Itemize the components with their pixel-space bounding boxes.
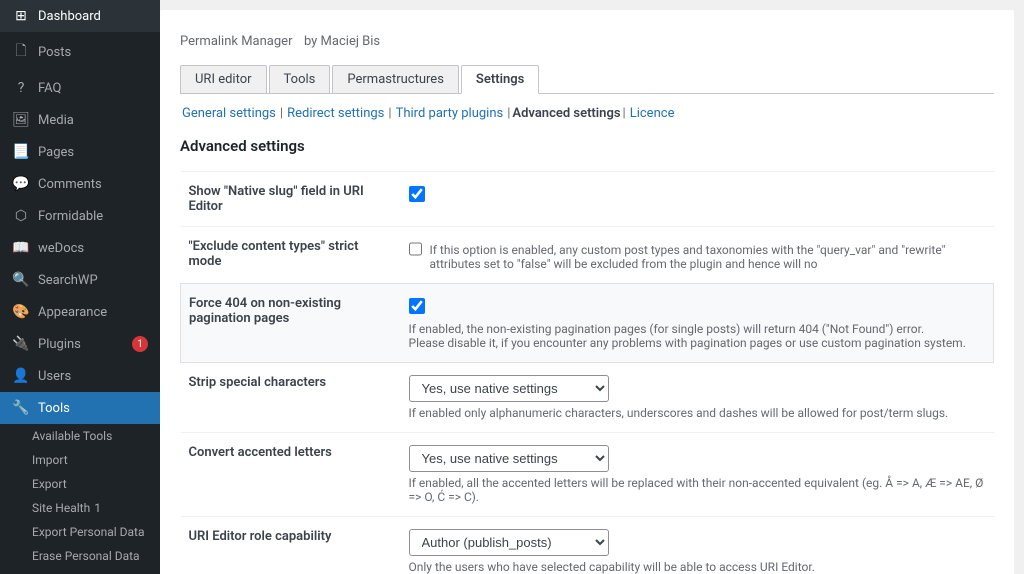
posts-icon: 🗋 (12, 40, 30, 64)
setting-control-strip-special: Yes, use native settings No Yes, custom … (401, 363, 994, 433)
page-subtitle: by Maciej Bis (304, 34, 380, 49)
sidebar-label-pages: Pages (38, 145, 74, 160)
setting-label-exclude-content: "Exclude content types" strict mode (181, 227, 401, 284)
sidebar-label-media: Media (38, 113, 74, 128)
sidebar-label-plugins: Plugins (38, 337, 81, 352)
convert-accented-desc: If enabled, all the accented letters wil… (409, 476, 986, 504)
exclude-content-desc: If this option is enabled, any custom po… (430, 243, 986, 271)
setting-control-exclude-content: If this option is enabled, any custom po… (401, 227, 994, 284)
users-icon: 👤 (12, 368, 30, 384)
plugins-icon: 🔌 (12, 336, 30, 352)
tools-icon: 🔧 (12, 400, 30, 416)
sidebar-sub-site-health[interactable]: Site Health 1 (0, 496, 160, 520)
searchwp-icon: 🔍 (12, 272, 30, 288)
plugins-badge: 1 (132, 336, 148, 352)
sidebar: ⊞ Dashboard 🗋 Posts ? FAQ 🖼 Media 📃 Page… (0, 0, 160, 574)
tab-settings[interactable]: Settings (461, 65, 539, 94)
sidebar-item-appearance[interactable]: 🎨 Appearance (0, 296, 160, 328)
sidebar-item-plugins[interactable]: 🔌 Plugins 1 (0, 328, 160, 360)
wedocs-icon: 📖 (12, 240, 30, 256)
subnav-general[interactable]: General settings (180, 106, 278, 121)
setting-row-convert-accented: Convert accented letters Yes, use native… (181, 433, 994, 517)
sidebar-sub-export-personal[interactable]: Export Personal Data (0, 520, 160, 544)
setting-label-strip-special: Strip special characters (181, 363, 401, 433)
sub-nav: General settings | Redirect settings | T… (180, 106, 994, 121)
subnav-licence[interactable]: Licence (628, 106, 677, 121)
sidebar-sub-import[interactable]: Import (0, 448, 160, 472)
sidebar-item-comments[interactable]: 💬 Comments (0, 168, 160, 200)
tab-bar: URI editor Tools Permastructures Setting… (180, 65, 994, 94)
uri-role-select[interactable]: Author (publish_posts) Editor Administra… (409, 529, 609, 556)
sidebar-label-appearance: Appearance (38, 305, 107, 320)
setting-control-native-slug (401, 172, 994, 227)
sidebar-sub-network-setup[interactable]: Network Setup (0, 568, 160, 574)
sidebar-item-users[interactable]: 👤 Users (0, 360, 160, 392)
uri-role-desc: Only the users who have selected capabil… (409, 560, 986, 574)
subnav-redirect[interactable]: Redirect settings (285, 106, 386, 121)
pages-icon: 📃 (12, 144, 30, 160)
sidebar-label-posts: Posts (38, 45, 71, 60)
sidebar-item-pages[interactable]: 📃 Pages (0, 136, 160, 168)
settings-table: Show "Native slug" field in URI Editor "… (180, 171, 994, 574)
formidable-icon: ⬡ (12, 208, 30, 224)
sidebar-item-wedocs[interactable]: 📖 weDocs (0, 232, 160, 264)
sidebar-label-dashboard: Dashboard (38, 9, 101, 24)
sidebar-item-posts[interactable]: 🗋 Posts (0, 32, 160, 72)
sidebar-sub-erase-personal[interactable]: Erase Personal Data (0, 544, 160, 568)
tab-tools[interactable]: Tools (269, 65, 331, 93)
convert-accented-select[interactable]: Yes, use native settings No (409, 445, 609, 472)
setting-row-exclude-content: "Exclude content types" strict mode If t… (181, 227, 994, 284)
media-icon: 🖼 (12, 112, 30, 128)
sidebar-item-faq[interactable]: ? FAQ (0, 72, 160, 104)
setting-label-native-slug: Show "Native slug" field in URI Editor (181, 172, 401, 227)
force-404-desc: If enabled, the non-existing pagination … (409, 322, 986, 350)
sidebar-item-media[interactable]: 🖼 Media (0, 104, 160, 136)
sidebar-item-searchwp[interactable]: 🔍 SearchWP (0, 264, 160, 296)
setting-row-uri-role: URI Editor role capability Author (publi… (181, 517, 994, 574)
sidebar-label-wedocs: weDocs (38, 241, 84, 256)
setting-control-uri-role: Author (publish_posts) Editor Administra… (401, 517, 994, 574)
sidebar-sub-available-tools[interactable]: Available Tools (0, 424, 160, 448)
comments-icon: 💬 (12, 176, 30, 192)
force-404-checkbox[interactable] (409, 298, 425, 314)
subnav-third-party[interactable]: Third party plugins (394, 106, 506, 121)
subnav-advanced: Advanced settings (512, 106, 620, 121)
sidebar-item-formidable[interactable]: ⬡ Formidable (0, 200, 160, 232)
setting-row-native-slug: Show "Native slug" field in URI Editor (181, 172, 994, 227)
sidebar-label-comments: Comments (38, 177, 102, 192)
content-area: Permalink Manager by Maciej Bis URI edit… (160, 10, 1014, 574)
setting-control-force-404: If enabled, the non-existing pagination … (401, 284, 994, 363)
strip-special-desc: If enabled only alphanumeric characters,… (409, 406, 986, 420)
sidebar-label-faq: FAQ (38, 81, 61, 96)
setting-label-convert-accented: Convert accented letters (181, 433, 401, 517)
section-title: Advanced settings (180, 137, 994, 155)
sidebar-label-users: Users (38, 369, 71, 384)
tab-permastructures[interactable]: Permastructures (332, 65, 459, 93)
setting-row-force-404: Force 404 on non-existing pagination pag… (181, 284, 994, 363)
exclude-content-checkbox[interactable] (409, 241, 422, 257)
sidebar-label-formidable: Formidable (38, 209, 103, 224)
sidebar-item-dashboard[interactable]: ⊞ Dashboard (0, 0, 160, 32)
native-slug-checkbox[interactable] (409, 186, 425, 202)
setting-control-convert-accented: Yes, use native settings No If enabled, … (401, 433, 994, 517)
setting-label-uri-role: URI Editor role capability (181, 517, 401, 574)
setting-label-force-404: Force 404 on non-existing pagination pag… (181, 284, 401, 363)
strip-special-select[interactable]: Yes, use native settings No Yes, custom … (409, 375, 609, 402)
sidebar-sub-export[interactable]: Export (0, 472, 160, 496)
main-content: Permalink Manager by Maciej Bis URI edit… (160, 0, 1024, 574)
sidebar-label-tools: Tools (38, 401, 70, 416)
faq-icon: ? (12, 80, 30, 96)
sidebar-item-tools[interactable]: 🔧 Tools (0, 392, 160, 424)
sidebar-label-searchwp: SearchWP (38, 273, 98, 288)
tab-uri-editor[interactable]: URI editor (180, 65, 267, 93)
setting-row-strip-special: Strip special characters Yes, use native… (181, 363, 994, 433)
page-title: Permalink Manager by Maciej Bis (180, 26, 994, 51)
appearance-icon: 🎨 (12, 304, 30, 320)
dashboard-icon: ⊞ (12, 8, 30, 24)
site-health-badge: 1 (94, 501, 101, 515)
